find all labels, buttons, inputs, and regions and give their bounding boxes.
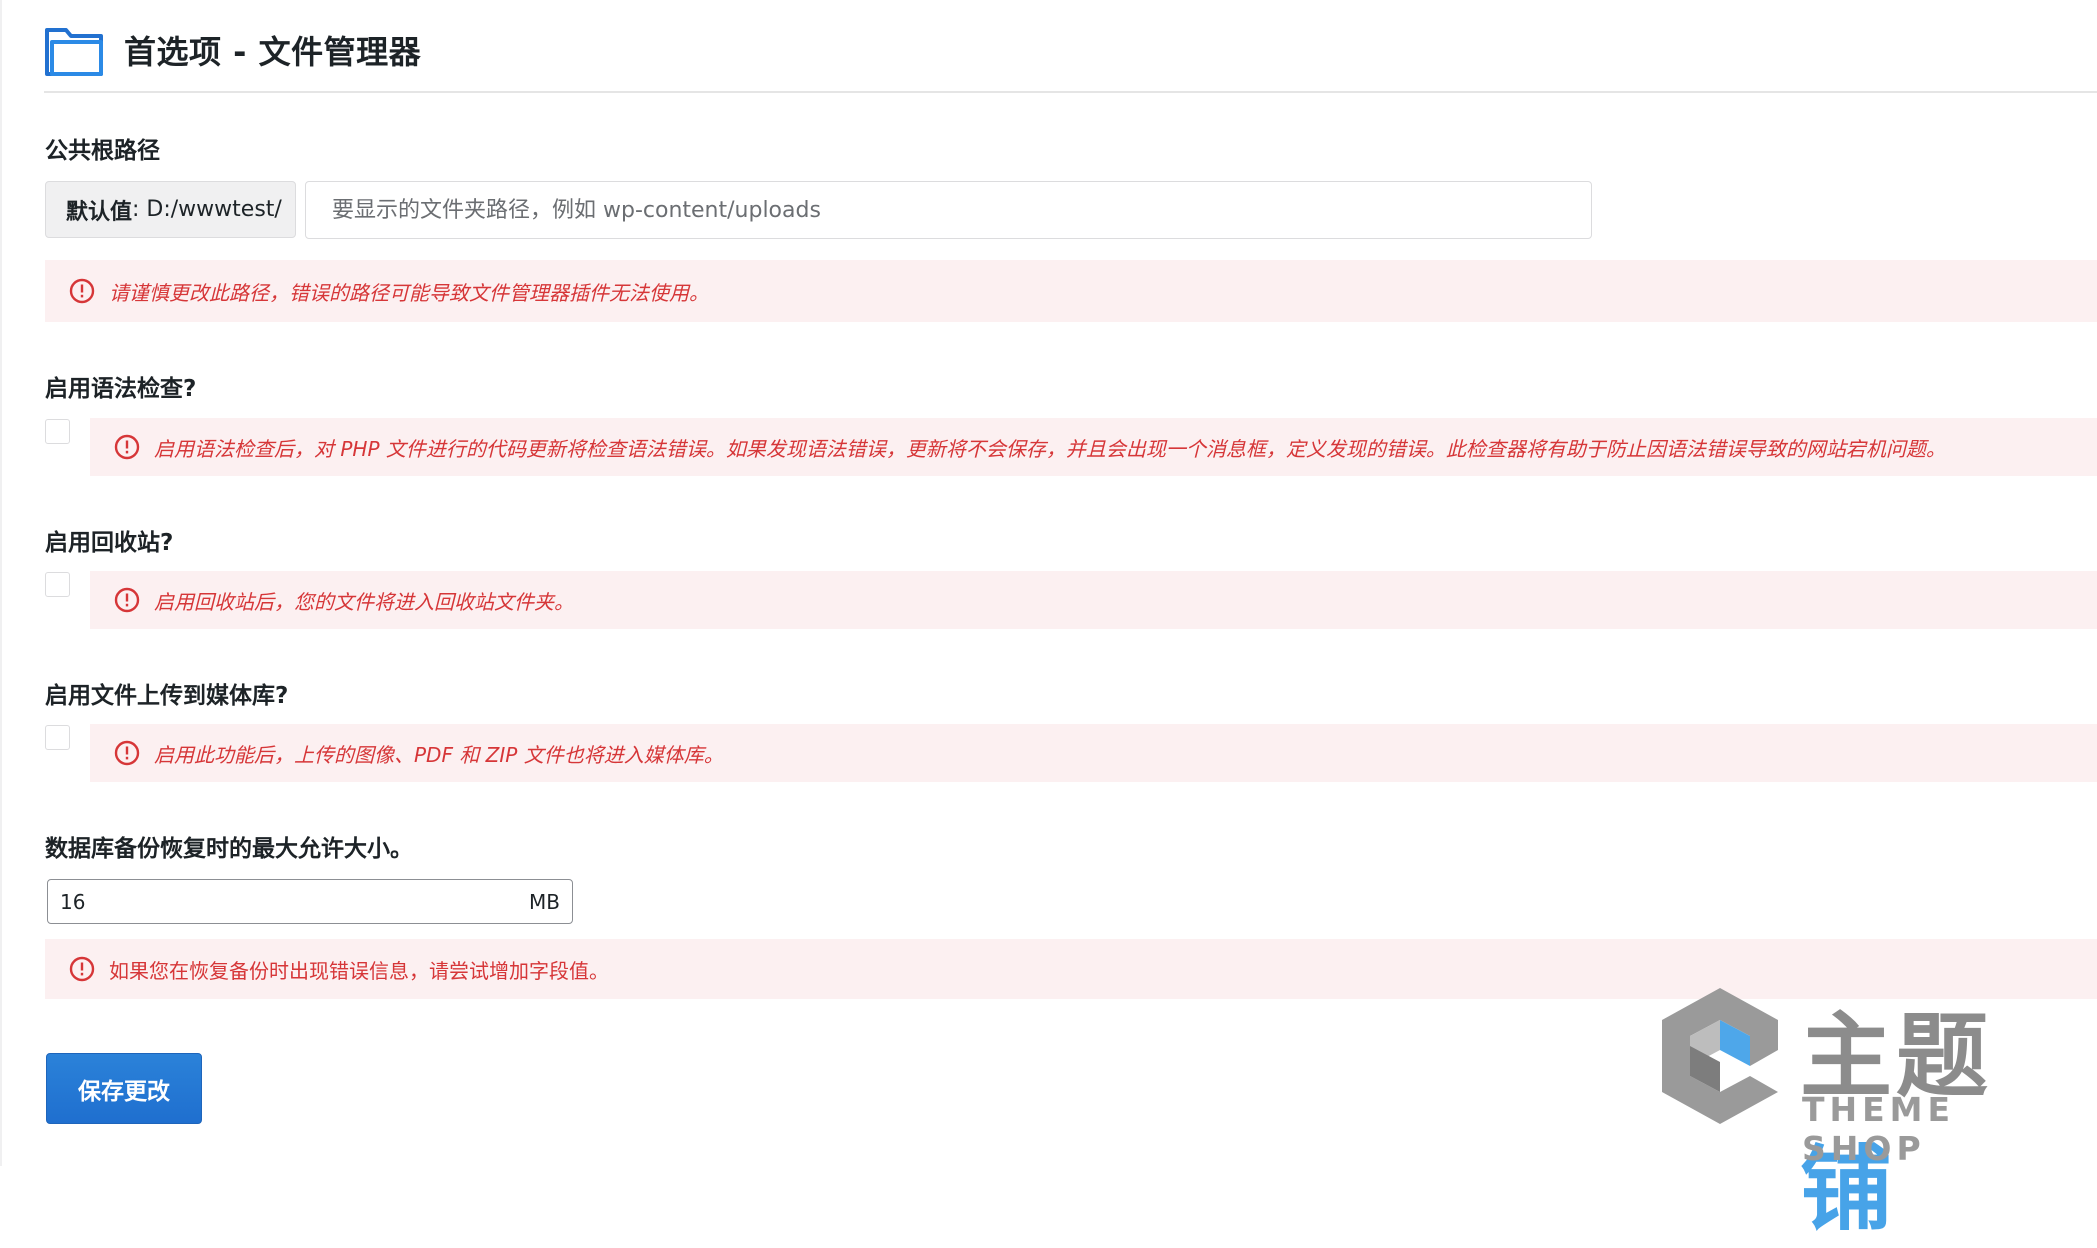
page-header: 首选项 - 文件管理器 <box>44 22 421 78</box>
warning-icon <box>114 740 140 766</box>
public-root-input[interactable] <box>305 181 1592 239</box>
warning-icon <box>114 587 140 613</box>
trash-notice: 启用回收站后，您的文件将进入回收站文件夹。 <box>90 571 2097 629</box>
folder-icon <box>45 28 103 76</box>
trash-checkbox[interactable] <box>45 572 70 597</box>
watermark-en-text: THEME SHOP <box>1802 1090 1956 1168</box>
media-upload-label: 启用文件上传到媒体库? <box>45 683 289 709</box>
save-changes-button[interactable]: 保存更改 <box>46 1053 202 1124</box>
public-root-label: 公共根路径 <box>45 138 160 164</box>
db-restore-label: 数据库备份恢复时的最大允许大小。 <box>45 836 413 862</box>
syntax-check-notice: 启用语法检查后，对 PHP 文件进行的代码更新将检查语法错误。如果发现语法错误，… <box>90 418 2097 476</box>
public-root-notice: 请谨慎更改此路径，错误的路径可能导致文件管理器插件无法使用。 <box>45 260 2097 322</box>
default-key: 默认值 <box>66 199 133 225</box>
warning-icon <box>69 956 95 982</box>
syntax-check-notice-text: 启用语法检查后，对 PHP 文件进行的代码更新将检查语法错误。如果发现语法错误，… <box>154 436 1946 461</box>
left-border <box>0 0 2 1166</box>
theme-shop-watermark: 主题铺 THEME SHOP <box>1650 980 2070 1243</box>
db-restore-size-input[interactable]: 16 MB <box>47 879 573 924</box>
default-path-prefix: 默认值 : D:/wwwtest/ <box>45 181 296 238</box>
warning-icon <box>114 434 140 460</box>
header-divider <box>44 91 2097 93</box>
db-restore-size-unit: MB <box>529 889 560 914</box>
public-root-notice-text: 请谨慎更改此路径，错误的路径可能导致文件管理器插件无法使用。 <box>109 280 709 305</box>
default-path-value: : D:/wwwtest/ <box>132 197 282 222</box>
syntax-check-label: 启用语法检查? <box>45 376 197 402</box>
syntax-check-checkbox[interactable] <box>45 419 70 444</box>
media-upload-checkbox[interactable] <box>45 725 70 750</box>
db-restore-size-value[interactable]: 16 <box>60 890 85 914</box>
page-title: 首选项 - 文件管理器 <box>124 33 422 71</box>
trash-notice-text: 启用回收站后，您的文件将进入回收站文件夹。 <box>154 589 574 614</box>
warning-icon <box>69 278 95 304</box>
media-upload-notice: 启用此功能后，上传的图像、PDF 和 ZIP 文件也将进入媒体库。 <box>90 724 2097 782</box>
watermark-logo-icon <box>1662 988 1778 1124</box>
trash-label: 启用回收站? <box>45 530 174 556</box>
db-restore-notice-text: 如果您在恢复备份时出现错误信息，请尝试增加字段值。 <box>109 958 609 983</box>
media-upload-notice-text: 启用此功能后，上传的图像、PDF 和 ZIP 文件也将进入媒体库。 <box>154 742 724 767</box>
